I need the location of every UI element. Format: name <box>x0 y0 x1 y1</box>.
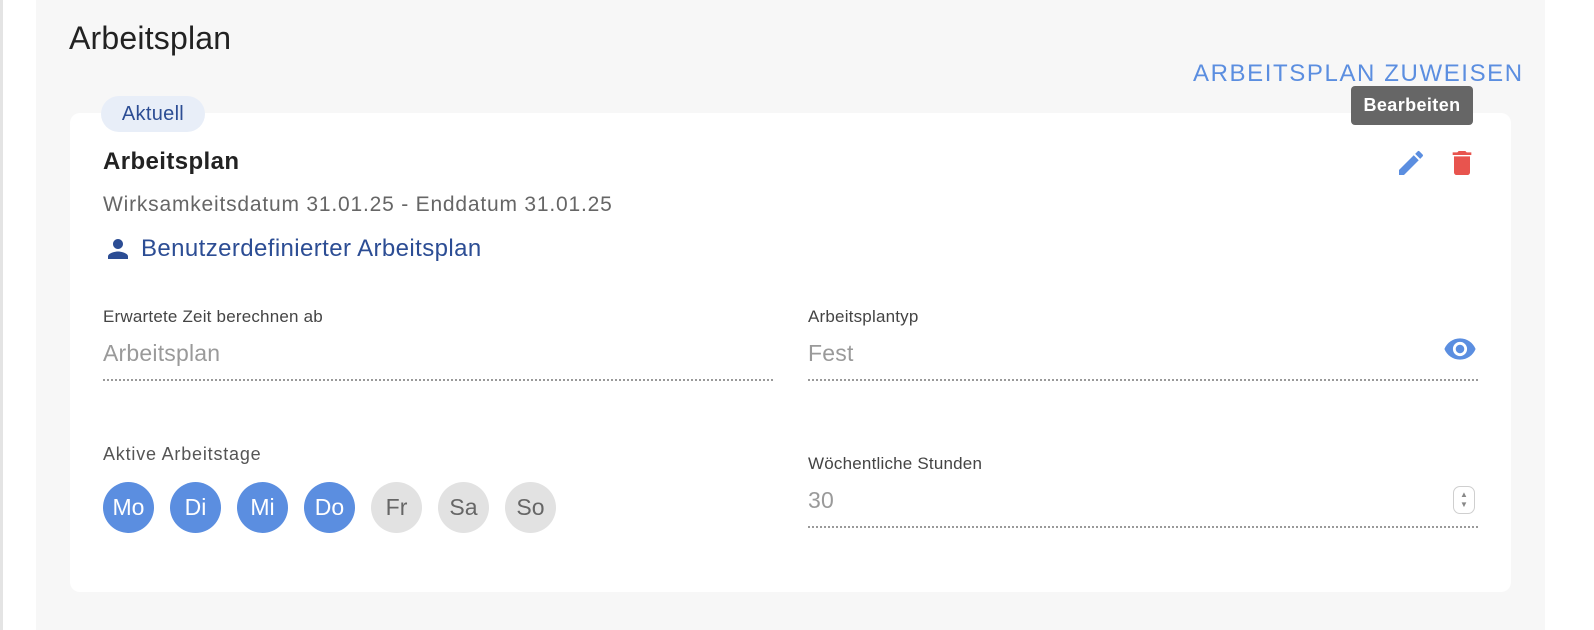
stepper-up-icon[interactable]: ▲ <box>1460 490 1468 500</box>
calc-from-underline <box>103 379 773 381</box>
page-title: Arbeitsplan <box>69 20 232 56</box>
active-days-label: Aktive Arbeitstage <box>103 444 262 464</box>
person-icon <box>108 239 128 259</box>
eye-icon[interactable] <box>1443 332 1477 366</box>
day-toggle-fr[interactable]: Fr <box>371 482 422 533</box>
day-toggle-do[interactable]: Do <box>304 482 355 533</box>
calc-from-label: Erwartete Zeit berechnen ab <box>103 307 323 326</box>
schedule-type-underline <box>808 379 1478 381</box>
custom-schedule-row: Benutzerdefinierter Arbeitsplan <box>103 234 482 264</box>
custom-schedule-label: Benutzerdefinierter Arbeitsplan <box>141 235 482 262</box>
active-days-selector: Mo Di Mi Do Fr Sa So <box>103 482 572 533</box>
day-toggle-mo[interactable]: Mo <box>103 482 154 533</box>
trash-icon[interactable] <box>1446 147 1478 179</box>
day-toggle-sa[interactable]: Sa <box>438 482 489 533</box>
pencil-icon[interactable] <box>1395 147 1427 179</box>
day-toggle-mi[interactable]: Mi <box>237 482 288 533</box>
weekly-hours-label: Wöchentliche Stunden <box>808 454 983 473</box>
weekly-hours-underline <box>808 526 1478 528</box>
status-badge: Aktuell <box>101 96 205 132</box>
left-divider <box>0 0 3 630</box>
edit-tooltip: Bearbeiten <box>1351 86 1473 125</box>
effective-dates: Wirksamkeitsdatum 31.01.25 - Enddatum 31… <box>103 193 613 216</box>
day-toggle-di[interactable]: Di <box>170 482 221 533</box>
day-toggle-so[interactable]: So <box>505 482 556 533</box>
schedule-type-field[interactable]: Fest <box>808 340 854 367</box>
assign-schedule-button[interactable]: ARBEITSPLAN ZUWEISEN <box>1193 60 1524 88</box>
schedule-title: Arbeitsplan <box>103 148 240 175</box>
up-down-stepper-icon[interactable]: ▲ ▼ <box>1453 486 1475 514</box>
weekly-hours-input[interactable]: 30 <box>808 487 834 514</box>
calc-from-field[interactable]: Arbeitsplan <box>103 340 220 367</box>
stepper-down-icon[interactable]: ▼ <box>1460 500 1468 510</box>
schedule-type-label: Arbeitsplantyp <box>808 307 919 326</box>
